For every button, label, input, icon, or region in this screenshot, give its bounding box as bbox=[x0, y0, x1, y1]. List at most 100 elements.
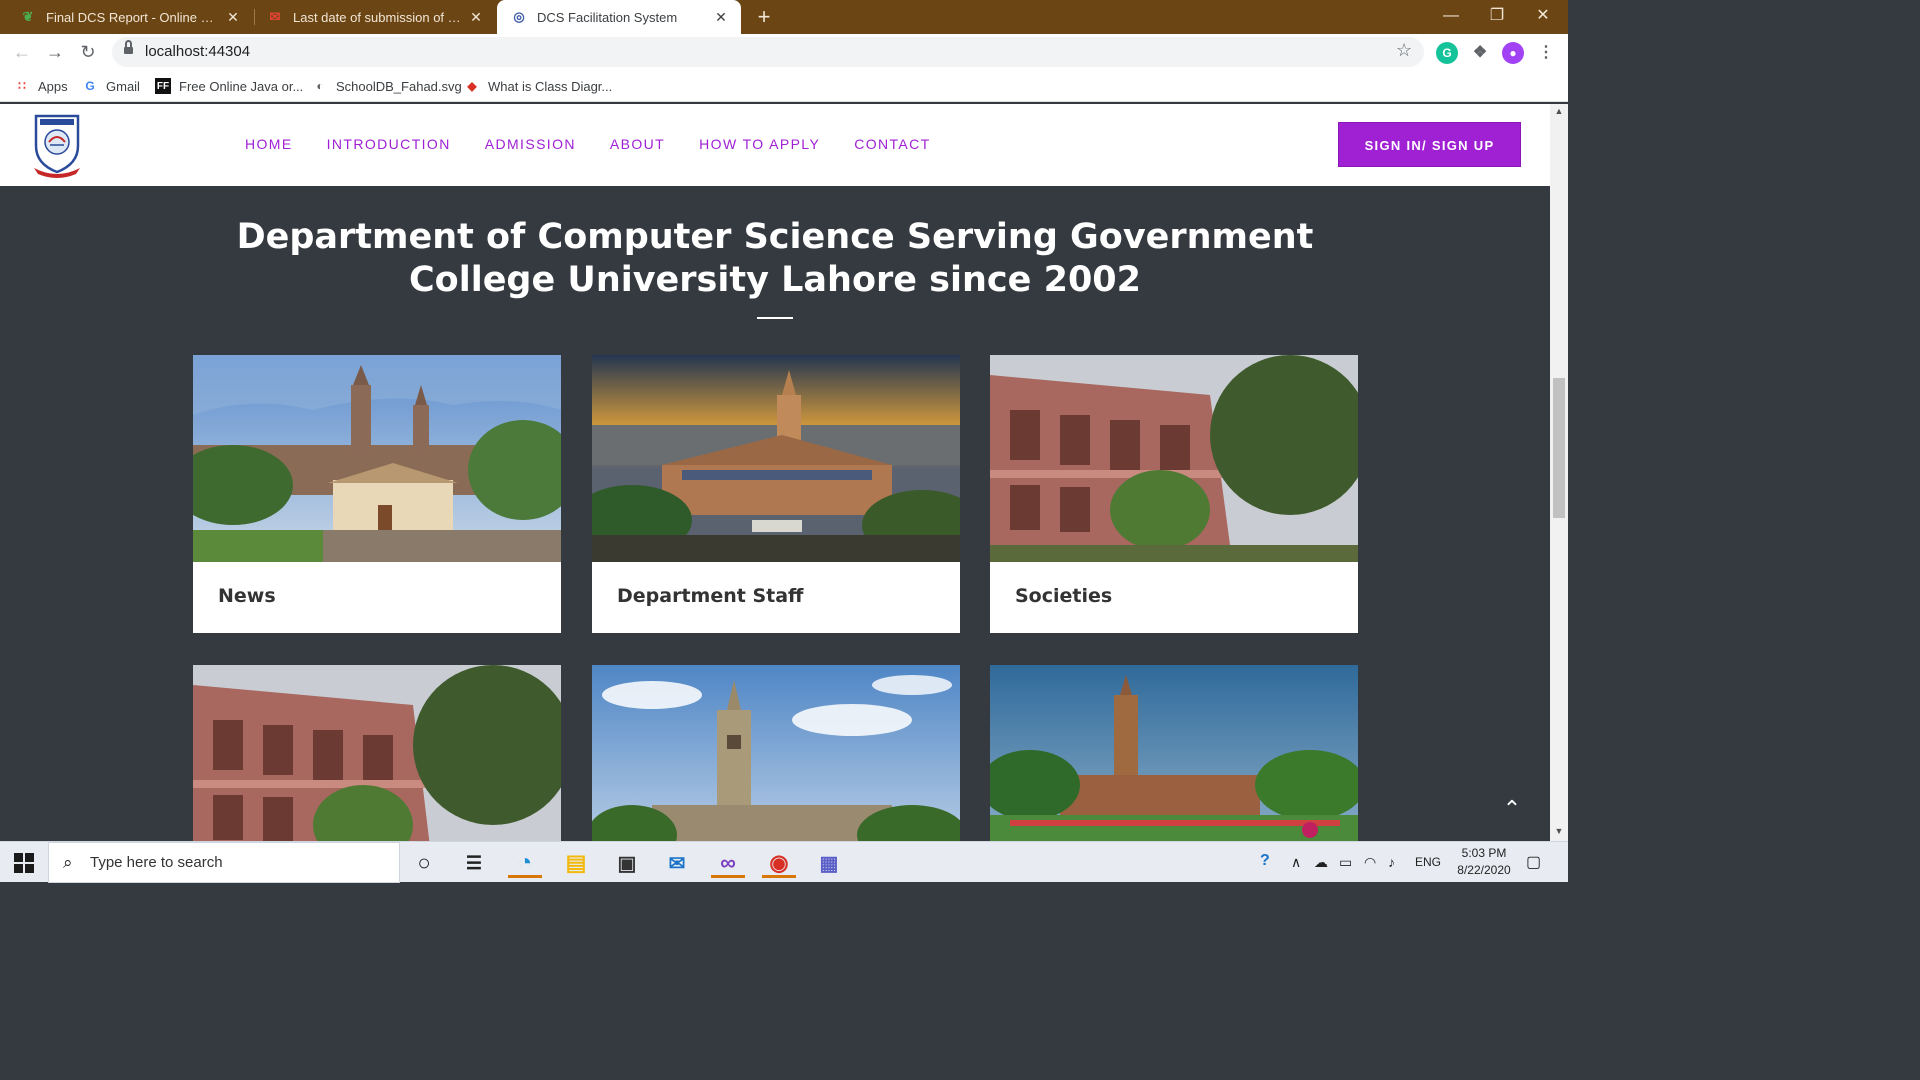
scroll-up-icon[interactable]: ▲ bbox=[1550, 106, 1568, 120]
profile-avatar[interactable]: ● bbox=[1502, 42, 1524, 64]
nav-contact[interactable]: CONTACT bbox=[854, 136, 930, 152]
card-image bbox=[990, 665, 1358, 841]
bookmark-star-icon[interactable]: ☆ bbox=[1396, 40, 1412, 61]
windows-taskbar: ⌕ Type here to search ○ ☰ ◔ ▤ ▣ ✉ ∞ ◉ ▦ … bbox=[0, 841, 1568, 883]
tab-overleaf[interactable]: ❦ Final DCS Report - Online LaTeX Editor… bbox=[0, 0, 253, 34]
card-image bbox=[592, 355, 960, 562]
notifications-icon[interactable]: ▢ bbox=[1526, 852, 1541, 872]
gcu-logo[interactable] bbox=[30, 112, 84, 178]
visual-studio-icon[interactable]: ∞ bbox=[711, 848, 745, 878]
card-image bbox=[592, 665, 960, 841]
grammarly-icon[interactable]: G bbox=[1436, 42, 1458, 64]
bookmark-apps[interactable]: ∷ Apps bbox=[14, 77, 68, 95]
page-viewport: HOME INTRODUCTION ADMISSION ABOUT HOW TO… bbox=[0, 104, 1550, 841]
card-image bbox=[193, 355, 561, 562]
bookmarks-bar: ∷ Apps G Gmail FF Free Online Java or...… bbox=[0, 70, 1568, 102]
bookmark-class-diagram[interactable]: ◆ What is Class Diagr... bbox=[464, 77, 612, 95]
restore-icon[interactable]: ❐ bbox=[1474, 0, 1520, 34]
forward-icon[interactable]: → bbox=[43, 40, 67, 64]
search-icon: ⌕ bbox=[63, 853, 73, 872]
bookmark-label: What is Class Diagr... bbox=[488, 78, 613, 94]
hero-divider bbox=[757, 317, 793, 319]
card-image bbox=[193, 665, 561, 841]
close-icon[interactable]: ✕ bbox=[225, 9, 241, 26]
card-image bbox=[990, 355, 1358, 562]
card-department-staff[interactable]: Department Staff bbox=[592, 355, 960, 633]
file-explorer-icon[interactable]: ▤ bbox=[559, 848, 593, 878]
scroll-to-top-icon[interactable]: ⌃ bbox=[1497, 794, 1527, 824]
hero-title: Department of Computer Science Serving G… bbox=[175, 216, 1375, 302]
reload-icon[interactable]: ↻ bbox=[76, 40, 100, 64]
minimize-icon[interactable]: — bbox=[1428, 0, 1474, 34]
window-close-icon[interactable]: ✕ bbox=[1520, 0, 1566, 34]
card-news[interactable]: News bbox=[193, 355, 561, 633]
bookmark-java[interactable]: FF Free Online Java or... bbox=[155, 77, 303, 95]
clock-date: 8/22/2020 bbox=[1457, 863, 1511, 877]
sign-in-button[interactable]: SIGN IN/ SIGN UP bbox=[1338, 122, 1521, 167]
new-tab-icon[interactable]: + bbox=[752, 4, 776, 30]
system-clock[interactable]: 5:03 PM 8/22/2020 bbox=[1446, 845, 1522, 879]
nav-introduction[interactable]: INTRODUCTION bbox=[327, 136, 451, 152]
url-text: localhost:44304 bbox=[145, 43, 251, 60]
battery-icon[interactable]: ▭ bbox=[1339, 854, 1352, 871]
tab-dcs[interactable]: ◎ DCS Facilitation System ✕ bbox=[497, 0, 741, 34]
page-scrollbar[interactable]: ▲ ▼ bbox=[1550, 104, 1568, 841]
scroll-down-icon[interactable]: ▼ bbox=[1550, 826, 1568, 840]
mail-icon[interactable]: ✉ bbox=[660, 848, 694, 878]
bookmark-label: Free Online Java or... bbox=[179, 78, 304, 94]
browser-tab-bar: ❦ Final DCS Report - Online LaTeX Editor… bbox=[0, 0, 1568, 34]
gmail-icon: ✉ bbox=[269, 9, 281, 24]
close-icon[interactable]: ✕ bbox=[468, 9, 484, 26]
back-icon[interactable]: ← bbox=[10, 40, 34, 64]
language-indicator[interactable]: ENG bbox=[1415, 855, 1441, 869]
card-societies[interactable]: Societies bbox=[990, 355, 1358, 633]
card-building-1[interactable] bbox=[193, 665, 561, 841]
search-placeholder: Type here to search bbox=[90, 854, 223, 871]
tab-title: Last date of submission of FYP for bbox=[293, 9, 462, 25]
card-title: Department Staff bbox=[617, 585, 804, 607]
active-indicator bbox=[508, 875, 542, 878]
site-header: HOME INTRODUCTION ADMISSION ABOUT HOW TO… bbox=[0, 104, 1550, 186]
chrome-icon[interactable]: ◉ bbox=[762, 848, 796, 878]
active-indicator bbox=[762, 875, 796, 878]
ff-icon: FF bbox=[155, 78, 171, 94]
edge-icon[interactable]: ◔ bbox=[508, 848, 542, 878]
card-building-3[interactable] bbox=[990, 665, 1358, 841]
extensions-icon[interactable]: ❖ bbox=[1469, 42, 1491, 64]
menu-icon[interactable]: ⋮ bbox=[1535, 42, 1557, 64]
nav-admission[interactable]: ADMISSION bbox=[485, 136, 576, 152]
scrollbar-thumb[interactable] bbox=[1553, 378, 1565, 518]
nav-about[interactable]: ABOUT bbox=[610, 136, 665, 152]
nav-how-to-apply[interactable]: HOW TO APPLY bbox=[699, 136, 820, 152]
nav-home[interactable]: HOME bbox=[245, 136, 293, 152]
hero-title-line-1: Department of Computer Science Serving G… bbox=[236, 217, 1314, 257]
wifi-icon[interactable]: ◠ bbox=[1364, 854, 1376, 871]
main-nav: HOME INTRODUCTION ADMISSION ABOUT HOW TO… bbox=[245, 136, 931, 152]
cortana-icon[interactable]: ○ bbox=[407, 848, 441, 878]
windows-start-icon[interactable] bbox=[14, 853, 34, 873]
card-title: Societies bbox=[1015, 585, 1113, 607]
bookmark-label: Apps bbox=[38, 78, 68, 94]
globe-icon: ◐ bbox=[316, 79, 324, 93]
help-icon[interactable]: ? bbox=[1260, 852, 1270, 870]
task-view-icon[interactable]: ☰ bbox=[457, 848, 491, 878]
bookmark-label: SchoolDB_Fahad.svg bbox=[336, 78, 462, 94]
bookmark-gmail[interactable]: G Gmail bbox=[82, 77, 140, 95]
card-title: News bbox=[218, 585, 276, 607]
dcs-favicon-icon: ◎ bbox=[513, 9, 525, 24]
show-hidden-icons-icon[interactable]: ∧ bbox=[1291, 854, 1301, 871]
volume-icon[interactable]: ♪ bbox=[1388, 854, 1395, 870]
tab-gmail[interactable]: ✉ Last date of submission of FYP for ✕ bbox=[255, 0, 496, 34]
apps-grid-icon: ∷ bbox=[18, 79, 26, 93]
taskbar-search[interactable]: ⌕ Type here to search bbox=[48, 842, 400, 883]
close-icon[interactable]: ✕ bbox=[713, 9, 729, 26]
card-building-2[interactable] bbox=[592, 665, 960, 841]
address-bar[interactable]: localhost:44304 ☆ bbox=[112, 37, 1424, 67]
onedrive-icon[interactable]: ☁ bbox=[1314, 854, 1328, 871]
clock-time: 5:03 PM bbox=[1461, 846, 1507, 860]
store-icon[interactable]: ▣ bbox=[610, 848, 644, 878]
teams-icon[interactable]: ▦ bbox=[812, 848, 846, 878]
tab-title: DCS Facilitation System bbox=[537, 9, 678, 25]
google-icon: G bbox=[85, 79, 95, 93]
bookmark-schooldb[interactable]: ◐ SchoolDB_Fahad.svg bbox=[312, 77, 462, 95]
